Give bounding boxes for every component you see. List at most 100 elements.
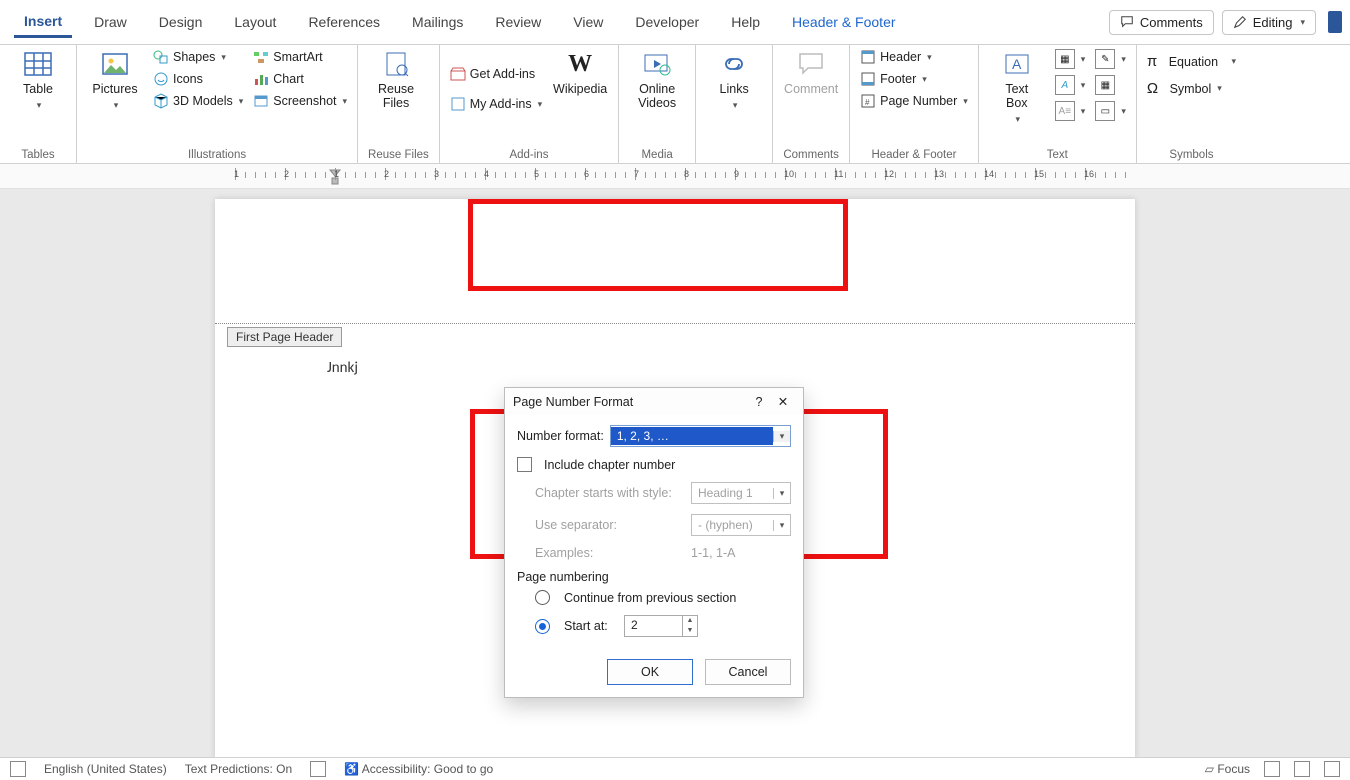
document-body-text[interactable]: Jnnkj — [327, 359, 358, 377]
footer-button[interactable]: Footer — [860, 71, 968, 87]
start-at-radio[interactable] — [535, 619, 550, 634]
tab-references[interactable]: References — [298, 8, 390, 36]
chevron-down-icon — [343, 96, 348, 107]
online-videos-label: Online Videos — [638, 83, 676, 111]
tab-developer[interactable]: Developer — [625, 8, 709, 36]
spin-up-icon[interactable]: ▲ — [683, 616, 697, 626]
chart-button[interactable]: Chart — [253, 71, 347, 87]
view-web-layout-button[interactable] — [1324, 761, 1340, 777]
continue-label: Continue from previous section — [564, 591, 736, 605]
symbol-button[interactable]: Ω Symbol — [1147, 80, 1236, 97]
dialog-help-button[interactable]: ? — [747, 395, 771, 409]
chevron-down-icon — [922, 74, 927, 85]
chevron-down-icon — [927, 52, 932, 63]
textbox-icon: A — [1002, 49, 1032, 79]
group-symbols: π Equation Ω Symbol Symbols — [1137, 45, 1246, 163]
quick-parts-icon: ▦ — [1055, 49, 1075, 69]
status-language[interactable]: English (United States) — [44, 762, 167, 776]
editing-mode-button[interactable]: Editing — [1222, 10, 1316, 35]
tab-layout[interactable]: Layout — [224, 8, 286, 36]
smartart-button[interactable]: SmartArt — [253, 49, 347, 65]
ribbon: Table Tables Pictures < Shapes Icons — [0, 45, 1350, 164]
tab-help[interactable]: Help — [721, 8, 770, 36]
share-button[interactable] — [1328, 11, 1342, 33]
reuse-files-button[interactable]: Reuse Files — [368, 49, 424, 111]
object-button[interactable]: ▭ — [1095, 101, 1126, 121]
status-track-icon[interactable] — [310, 761, 326, 777]
header-button[interactable]: Header — [860, 49, 968, 65]
wikipedia-button[interactable]: W Wikipedia — [552, 49, 608, 97]
wikipedia-label: Wikipedia — [553, 83, 607, 97]
store-icon — [450, 66, 466, 82]
tab-header-footer[interactable]: Header & Footer — [782, 8, 906, 36]
get-addins-button[interactable]: Get Add-ins — [450, 66, 542, 82]
status-focus[interactable]: ▱ Focus — [1205, 762, 1250, 776]
pictures-button[interactable]: Pictures — [87, 49, 143, 111]
view-read-mode-button[interactable] — [1264, 761, 1280, 777]
object-icon: ▭ — [1095, 101, 1115, 121]
group-addins: Get Add-ins My Add-ins W Wikipedia Add-i… — [440, 45, 619, 163]
group-label-headerfooter: Header & Footer — [860, 147, 968, 161]
shapes-button[interactable]: < Shapes — [153, 49, 243, 65]
group-illustrations: Pictures < Shapes Icons 3D Models — [77, 45, 358, 163]
my-addins-button[interactable]: My Add-ins — [450, 96, 542, 112]
chevron-down-icon: ▾ — [773, 488, 790, 499]
comments-button[interactable]: Comments — [1109, 10, 1214, 35]
svg-text:A: A — [1012, 56, 1022, 72]
links-button[interactable]: Links — [706, 49, 762, 111]
footer-label: Footer — [880, 72, 916, 86]
quick-parts-button[interactable]: ▦ — [1055, 49, 1086, 69]
chevron-down-icon — [1016, 115, 1021, 125]
shapes-icon: < — [153, 49, 169, 65]
dialog-close-button[interactable]: ✕ — [771, 394, 795, 409]
tab-view[interactable]: View — [563, 8, 613, 36]
page-number-label: Page Number — [880, 94, 957, 108]
start-at-spinbox[interactable]: 2 ▲▼ — [624, 615, 698, 637]
ok-button[interactable]: OK — [607, 659, 693, 685]
symbol-label: Symbol — [1170, 82, 1212, 96]
drop-cap-button: A≡ — [1055, 101, 1086, 121]
group-text: A Text Box ▦ A A≡ ✎ ▦ ▭ Text — [979, 45, 1137, 163]
tab-review[interactable]: Review — [485, 8, 551, 36]
chapter-style-select: Heading 1 ▾ — [691, 482, 791, 504]
ruler: 1212345678910111213141516 — [0, 164, 1350, 189]
status-text-predictions[interactable]: Text Predictions: On — [185, 762, 292, 776]
icons-label: Icons — [173, 72, 203, 86]
spin-down-icon[interactable]: ▼ — [683, 626, 697, 636]
cancel-button[interactable]: Cancel — [705, 659, 791, 685]
view-print-layout-button[interactable] — [1294, 761, 1310, 777]
tab-design[interactable]: Design — [149, 8, 213, 36]
number-format-select[interactable]: 1, 2, 3, … ▾ — [610, 425, 791, 447]
page-numbering-section-label: Page numbering — [517, 570, 791, 584]
page-number-button[interactable]: # Page Number — [860, 93, 968, 109]
editing-label: Editing — [1253, 15, 1293, 30]
chapter-style-label: Chapter starts with style: — [535, 486, 685, 500]
annotation-box-top — [468, 199, 848, 291]
include-chapter-checkbox[interactable] — [517, 457, 532, 472]
3d-models-button[interactable]: 3D Models — [153, 93, 243, 109]
status-accessibility[interactable]: ♿ Accessibility: Good to go — [344, 762, 493, 776]
screenshot-button[interactable]: Screenshot — [253, 93, 347, 109]
group-label-reuse: Reuse Files — [368, 147, 429, 161]
tab-draw[interactable]: Draw — [84, 8, 137, 36]
comment-icon — [796, 49, 826, 79]
text-box-button[interactable]: A Text Box — [989, 49, 1045, 124]
equation-button[interactable]: π Equation — [1147, 53, 1236, 70]
start-at-label: Start at: — [564, 619, 618, 633]
wordart-button[interactable]: A — [1055, 75, 1086, 95]
tab-mailings[interactable]: Mailings — [402, 8, 473, 36]
dialog-titlebar[interactable]: Page Number Format ? ✕ — [505, 388, 803, 415]
tab-insert[interactable]: Insert — [14, 7, 72, 38]
continue-radio[interactable] — [535, 590, 550, 605]
group-label-symbols: Symbols — [1147, 147, 1236, 161]
group-label-comments: Comments — [783, 147, 839, 161]
separator-label: Use separator: — [535, 518, 685, 532]
online-videos-button[interactable]: Online Videos — [629, 49, 685, 111]
header-icon — [860, 49, 876, 65]
group-label-addins: Add-ins — [450, 147, 608, 161]
signature-line-button[interactable]: ✎ — [1095, 49, 1126, 69]
table-button[interactable]: Table — [10, 49, 66, 111]
group-tables: Table Tables — [0, 45, 77, 163]
date-time-button[interactable]: ▦ — [1095, 75, 1126, 95]
icons-button[interactable]: Icons — [153, 71, 243, 87]
